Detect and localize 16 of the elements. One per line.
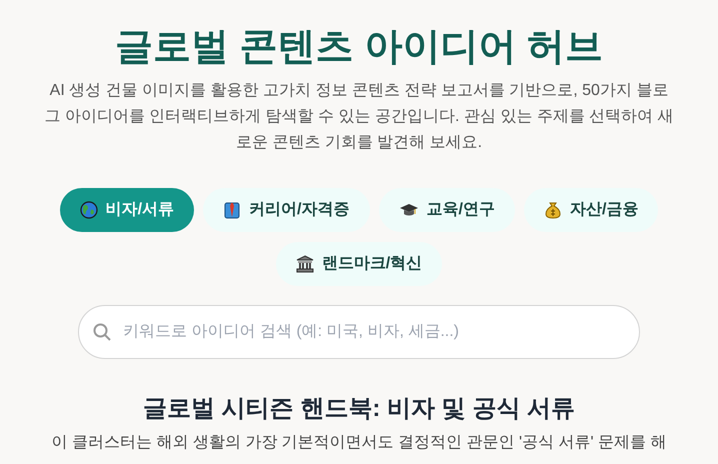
category-tab[interactable]: 자산/금융 [524, 188, 658, 232]
category-tab[interactable]: 교육/연구 [378, 188, 515, 232]
description-text: AI 생성 건물 이미지를 활용한 고가치 정보 콘텐츠 전략 보고서를 기반으로, 50가지 블로그 아이디어를 인터랙티브하게 탐색할 수 있는 공간입니다. 관심 있는 주제를 선택하여 새로운 콘텐츠 기회를 발견해 보세요. [44, 81, 674, 153]
shirt-icon [223, 201, 242, 219]
category-tab[interactable]: 랜드마크/혁신 [276, 242, 442, 286]
graduation-cap-icon [398, 202, 418, 218]
category-tab[interactable]: 커리어/자격증 [203, 188, 370, 232]
search-icon [92, 322, 112, 342]
section-heading: 글로벌 시티즌 핸드북: 비자 및 공식 서류 [143, 394, 575, 424]
section-text: 이 클러스터는 해외 생활의 가장 기본적이면서도 결정적인 관문인 '공식 서류' 문제를 해 [51, 433, 666, 453]
globe-icon [80, 201, 98, 219]
category-tab[interactable]: 비자/서류 [60, 188, 194, 232]
search-field[interactable]: 키워드로 아이디어 검색 (예: 미국, 비자, 세금...) [78, 305, 640, 359]
money-bag-icon [544, 201, 562, 219]
bank-icon [296, 255, 314, 273]
page-title: 글로벌 콘텐츠 아이디어 허브 [115, 25, 603, 70]
